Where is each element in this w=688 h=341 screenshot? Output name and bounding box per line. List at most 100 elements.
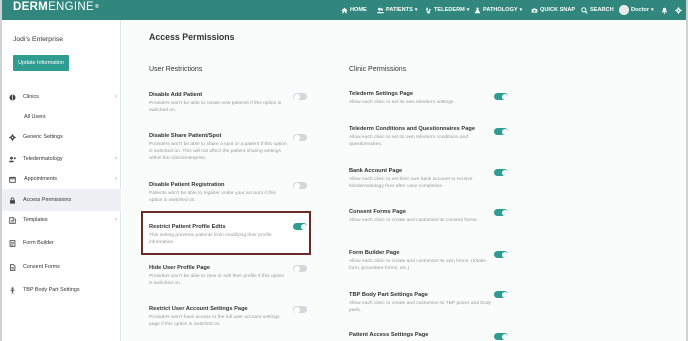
setting-consent-forms-page: Consent Forms Page Allow each clinic to … — [349, 209, 494, 224]
camera-icon — [531, 7, 538, 13]
setting-description: Allow each clinic to create and customiz… — [349, 301, 491, 313]
notifications-button[interactable] — [661, 0, 668, 20]
setting-title: Telederm Settings Page — [349, 91, 414, 97]
setting-description: This setting prevents patients from modi… — [149, 233, 272, 245]
setting-bank-account-page: Bank Account Page Allow each clinic to s… — [349, 168, 494, 190]
sidebar-item-teledermatology[interactable]: Teledermatology › — [2, 148, 121, 170]
home-icon — [341, 7, 348, 13]
settings-button[interactable] — [675, 0, 682, 20]
disable-patient-registration-toggle[interactable] — [293, 182, 307, 189]
nav-search[interactable]: SEARCH — [581, 0, 614, 20]
setting-telederm-conditions-page: Telederm Conditions and Questionnaires P… — [349, 126, 494, 148]
setting-title: Disable Add Patient — [149, 92, 203, 98]
toggle-knob — [501, 333, 508, 340]
sidebar-item-label: Appointments — [24, 176, 57, 182]
clinic-permissions-heading: Clinic Permissions — [349, 66, 407, 73]
restrict-patient-profile-edits-toggle[interactable] — [293, 223, 307, 230]
dermengine-logo[interactable]: DERM ENGINE ® — [13, 1, 99, 14]
consent-forms-page-toggle[interactable] — [494, 209, 508, 216]
telederm-icon — [426, 7, 431, 13]
template-icon — [8, 216, 16, 224]
nav-home[interactable]: HOME — [341, 0, 367, 20]
setting-title: Restrict User Account Settings Page — [149, 306, 248, 312]
nav-search-label: SEARCH — [590, 7, 614, 13]
setting-title: TBP Body Part Settings Page — [349, 292, 428, 298]
top-navbar: DERM ENGINE ® HOME PATIENTS ▾ TELEDERM ▾ P… — [2, 0, 686, 20]
sidebar-item-label: Teledermatology — [23, 156, 63, 162]
setting-description: Allow each clinic to create and customiz… — [349, 259, 486, 271]
sidebar-item-label: All Users — [24, 114, 46, 120]
toggle-knob — [293, 93, 300, 100]
bank-account-page-toggle[interactable] — [494, 169, 508, 176]
nav-home-label: HOME — [350, 7, 367, 13]
chevron-down-icon: ▾ — [466, 7, 470, 13]
lock-icon — [8, 196, 16, 204]
setting-title: Telederm Conditions and Questionnaires P… — [349, 126, 475, 132]
setting-hide-user-profile-page: Hide User Profile Page Providers won't b… — [149, 265, 289, 287]
form-icon — [8, 239, 16, 247]
sidebar-item-tbp-body-part-settings[interactable]: TBP Body Part Settings — [2, 279, 121, 301]
nav-pathology[interactable]: PATHOLOGY ▾ — [474, 0, 522, 20]
disable-add-patient-toggle[interactable] — [293, 93, 307, 100]
page-title: Access Permissions — [149, 32, 235, 42]
calendar-icon — [8, 175, 16, 183]
sidebar-item-generic-settings[interactable]: Generic Settings — [2, 126, 121, 148]
sidebar-item-label: Clinics — [23, 94, 39, 100]
tbp-body-part-settings-page-toggle[interactable] — [494, 291, 508, 298]
chevron-right-icon: › — [115, 156, 117, 162]
setting-title: Patient Access Settings Page — [349, 332, 429, 338]
patient-access-settings-page-toggle[interactable] — [494, 333, 508, 340]
nav-patients[interactable]: PATIENTS ▾ — [377, 0, 417, 20]
setting-title: Restrict Patient Profile Edits — [149, 224, 226, 230]
sidebar-item-consent-forms[interactable]: Consent Forms — [2, 256, 121, 278]
app-window: DERM ENGINE ® HOME PATIENTS ▾ TELEDERM ▾ P… — [2, 0, 686, 341]
nav-telederm[interactable]: TELEDERM ▾ — [425, 0, 469, 20]
sidebar-item-all-users[interactable]: All Users — [2, 106, 121, 128]
restrict-user-account-settings-toggle[interactable] — [293, 306, 307, 313]
user-menu[interactable]: Doctor ▾ — [619, 0, 654, 20]
document-icon — [8, 263, 16, 271]
sidebar-item-label: Consent Forms — [23, 264, 60, 270]
form-builder-page-toggle[interactable] — [494, 251, 508, 258]
telederm-conditions-page-toggle[interactable] — [494, 128, 508, 135]
toggle-knob — [501, 93, 508, 100]
user-name-label: Doctor — [631, 7, 650, 13]
setting-description: Providers won't be able to create new pa… — [149, 101, 282, 113]
setting-tbp-body-part-settings-page: TBP Body Part Settings Page Allow each c… — [349, 292, 494, 314]
setting-telederm-settings-page: Telederm Settings Page Allow each clinic… — [349, 91, 494, 106]
toggle-knob — [300, 223, 307, 230]
nav-quick-snap[interactable]: QUICK SNAP — [531, 0, 575, 20]
chevron-right-icon: › — [115, 94, 117, 100]
setting-restrict-patient-profile-edits: Restrict Patient Profile Edits This sett… — [149, 224, 289, 246]
user-restrictions-heading: User Restrictions — [149, 66, 203, 73]
setting-disable-patient-registration: Disable Patient Registration Patients wo… — [149, 182, 289, 204]
setting-description: Patients won't be able to register under… — [149, 191, 276, 203]
sidebar-item-label: Access Permissions — [23, 197, 72, 203]
logo-mark: ® — [94, 4, 99, 11]
sidebar-item-access-permissions[interactable]: Access Permissions — [2, 189, 121, 211]
sidebar-item-clinics[interactable]: Clinics › — [2, 86, 121, 108]
update-information-button[interactable]: Update Information — [13, 55, 69, 71]
toggle-knob — [501, 209, 508, 216]
sidebar-item-form-builder[interactable]: Form Builder — [2, 232, 121, 254]
setting-disable-add-patient: Disable Add Patient Providers won't be a… — [149, 92, 289, 114]
enterprise-name: Jodi's Enterprise — [13, 36, 64, 43]
chevron-down-icon: ▾ — [651, 7, 654, 13]
setting-title: Disable Patient Registration — [149, 182, 225, 188]
setting-patient-access-settings-page: Patient Access Settings Page — [349, 332, 494, 338]
sidebar-item-label: Generic Settings — [23, 134, 63, 140]
sidebar-item-templates[interactable]: Templates › — [2, 209, 121, 231]
avatar — [619, 5, 629, 15]
main-content: Access Permissions User Restrictions Cli… — [122, 20, 686, 341]
pathology-icon — [474, 7, 481, 13]
setting-disable-share-patient: Disable Share Patient/Spot Providers won… — [149, 133, 289, 162]
sidebar: Jodi's Enterprise Update Information Cli… — [2, 20, 121, 341]
setting-description: Providers won't have access to the full … — [149, 315, 280, 327]
telederm-settings-page-toggle[interactable] — [494, 93, 508, 100]
gear-icon — [675, 6, 682, 14]
disable-share-patient-toggle[interactable] — [293, 134, 307, 141]
hide-user-profile-page-toggle[interactable] — [293, 265, 307, 272]
setting-form-builder-page: Form Builder Page Allow each clinic to c… — [349, 250, 494, 272]
sidebar-item-appointments[interactable]: Appointments › — [2, 168, 121, 190]
toggle-knob — [501, 291, 508, 298]
